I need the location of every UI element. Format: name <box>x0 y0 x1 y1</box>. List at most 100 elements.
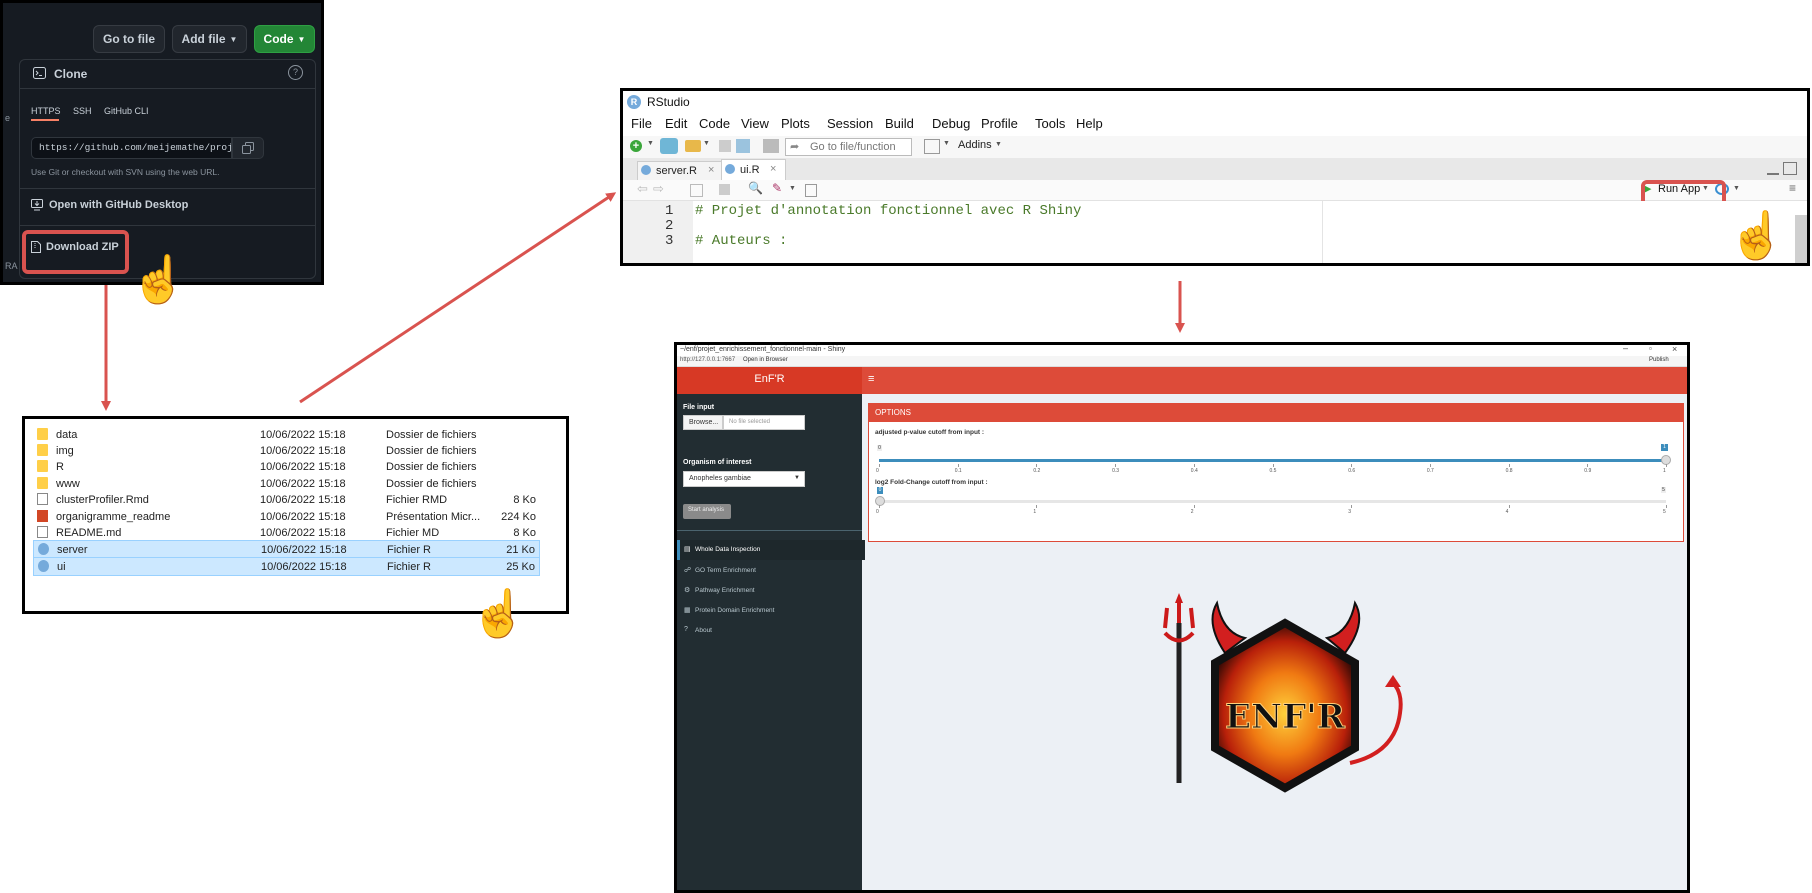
menu-debug[interactable]: Debug <box>932 116 970 131</box>
file-type: Dossier de fichiers <box>386 445 477 457</box>
grid-icon: ▦ <box>684 607 691 614</box>
close-icon[interactable]: × <box>708 164 714 176</box>
options-box: OPTIONS adjusted p-value cutoff from inp… <box>868 403 1684 542</box>
menu-build[interactable]: Build <box>885 116 914 131</box>
close-icon[interactable]: × <box>1672 345 1677 354</box>
menu-file[interactable]: File <box>631 116 652 131</box>
open-in-browser-button[interactable]: Open in Browser <box>743 357 788 363</box>
code-editor[interactable]: 1 2 3 # Projet d'annotation fonctionnel … <box>623 201 1807 263</box>
menu-help[interactable]: Help <box>1076 116 1103 131</box>
search-icon[interactable]: 🔍 <box>748 181 763 195</box>
slider-tick-label: 0.9 <box>1584 468 1592 474</box>
download-zip-highlight[interactable] <box>22 230 129 274</box>
menu-profile[interactable]: Profile <box>981 116 1018 131</box>
tab-server-r[interactable]: server.R × <box>637 161 722 181</box>
code-button[interactable]: Code ▼ <box>254 25 315 53</box>
help-icon[interactable]: ? <box>288 65 303 80</box>
nav-item-about[interactable]: ? About <box>677 622 862 640</box>
menu-session[interactable]: Session <box>827 116 873 131</box>
file-type: Présentation Micr... <box>386 511 481 523</box>
file-icon <box>37 526 48 538</box>
back-icon[interactable]: ⇦ <box>637 181 648 197</box>
github-clone-panel: e RA Go to file Add file ▼ Code ▼ Clone … <box>0 0 324 285</box>
chevron-down-icon[interactable]: ▼ <box>789 185 796 192</box>
show-in-window-icon[interactable] <box>690 184 703 197</box>
file-type: Dossier de fichiers <box>386 429 477 441</box>
outline-icon[interactable]: ≡ <box>1789 181 1796 195</box>
file-row[interactable]: ui 10/06/2022 15:18 Fichier R 25 Ko <box>33 557 540 576</box>
slider-tick-label: 0.3 <box>1112 468 1120 474</box>
chevron-down-icon[interactable]: ▼ <box>647 140 654 147</box>
nav-item-go-term-enrichment[interactable]: ☍ GO Term Enrichment <box>677 562 862 580</box>
gutter <box>623 201 693 263</box>
new-file-icon[interactable]: + <box>630 140 642 152</box>
slider-tick-label: 0.6 <box>1348 468 1356 474</box>
menu-plots[interactable]: Plots <box>781 116 810 131</box>
menu-edit[interactable]: Edit <box>665 116 687 131</box>
menu-view[interactable]: View <box>741 116 769 131</box>
active-tab-indicator <box>31 119 59 121</box>
save-icon[interactable] <box>719 184 730 195</box>
sidebar-divider <box>677 530 862 531</box>
fc-slider-handle[interactable] <box>875 496 885 506</box>
nav-item-whole-data-inspection[interactable]: ▤ Whole Data Inspection <box>677 540 865 560</box>
nav-item-pathway-enrichment[interactable]: ⚙ Pathway Enrichment <box>677 582 862 600</box>
r-file-icon <box>641 165 651 175</box>
publish-button[interactable]: Publish <box>1649 357 1669 363</box>
go-to-file-function-input[interactable]: ➦ Go to file/function <box>785 138 912 156</box>
tab-ssh[interactable]: SSH <box>73 106 92 116</box>
organism-select[interactable]: Anopheles gambiae ▼ <box>683 471 805 487</box>
r-file-icon <box>38 560 49 572</box>
chevron-down-icon[interactable]: ▼ <box>1733 185 1740 192</box>
tab-https[interactable]: HTTPS <box>31 106 61 116</box>
save-icon[interactable] <box>719 140 731 152</box>
chevron-down-icon[interactable]: ▼ <box>943 140 950 147</box>
close-icon[interactable]: × <box>770 163 776 175</box>
start-analysis-button[interactable]: Start analysis <box>683 504 731 519</box>
caret-down-icon: ▼ <box>229 34 238 44</box>
slider-tick-label: 1 <box>1033 509 1037 515</box>
save-all-icon[interactable] <box>736 139 750 153</box>
forward-icon[interactable]: ⇨ <box>653 181 664 197</box>
scrollbar[interactable] <box>1795 215 1807 263</box>
window-titlebar: ~/enf/projet_enrichissement_fonctionnel-… <box>677 345 1687 356</box>
open-folder-icon[interactable] <box>685 140 701 152</box>
menu-code[interactable]: Code <box>699 116 730 131</box>
file-explorer: data 10/06/2022 15:18 Dossier de fichiers i… <box>22 416 569 614</box>
minimize-pane-icon[interactable] <box>1767 165 1779 175</box>
logo-text: ENF'R <box>1225 697 1346 737</box>
file-name-field[interactable]: No file selected <box>723 415 805 430</box>
grid-layout-icon[interactable] <box>924 139 940 154</box>
minimize-icon[interactable]: – <box>1623 345 1628 353</box>
new-project-icon[interactable] <box>660 138 678 154</box>
add-file-button[interactable]: Add file ▼ <box>172 25 247 53</box>
tab-github-cli[interactable]: GitHub CLI <box>104 106 149 116</box>
magic-wand-icon[interactable]: ✎ <box>772 181 782 195</box>
line-number: 3 <box>665 233 674 249</box>
clone-title: Clone <box>54 67 88 81</box>
pathway-icon: ⚙ <box>684 587 691 594</box>
tab-ui-r[interactable]: ui.R × <box>721 159 786 181</box>
print-icon[interactable] <box>763 139 779 153</box>
folder-icon <box>37 477 48 489</box>
file-date: 10/06/2022 15:18 <box>260 527 346 539</box>
menu-tools[interactable]: Tools <box>1035 116 1065 131</box>
clone-url-field[interactable]: https://github.com/meijemathe/projet_enr… <box>31 137 232 159</box>
folder-icon <box>37 460 48 472</box>
browse-button[interactable]: Browse... <box>683 415 723 430</box>
go-to-file-button[interactable]: Go to file <box>93 25 165 53</box>
copy-button[interactable] <box>232 137 264 159</box>
chevron-down-icon[interactable]: ▼ <box>995 141 1002 148</box>
go-to-placeholder: Go to file/function <box>810 141 896 153</box>
chevron-down-icon[interactable]: ▼ <box>703 140 710 147</box>
hamburger-menu-icon[interactable]: ≡ <box>868 373 874 385</box>
maximize-pane-icon[interactable] <box>1783 162 1797 175</box>
nav-item-protein-domain-enrichment[interactable]: ▦ Protein Domain Enrichment <box>677 602 862 620</box>
maximize-icon[interactable]: ▫ <box>1649 345 1652 353</box>
compile-report-icon[interactable] <box>805 184 817 197</box>
pval-slider-track[interactable] <box>879 459 1666 462</box>
fc-slider-track[interactable] <box>879 500 1666 503</box>
file-name: img <box>56 445 74 457</box>
open-with-github-desktop[interactable]: Open with GitHub Desktop <box>49 199 188 211</box>
addins-menu[interactable]: Addins <box>958 139 992 151</box>
